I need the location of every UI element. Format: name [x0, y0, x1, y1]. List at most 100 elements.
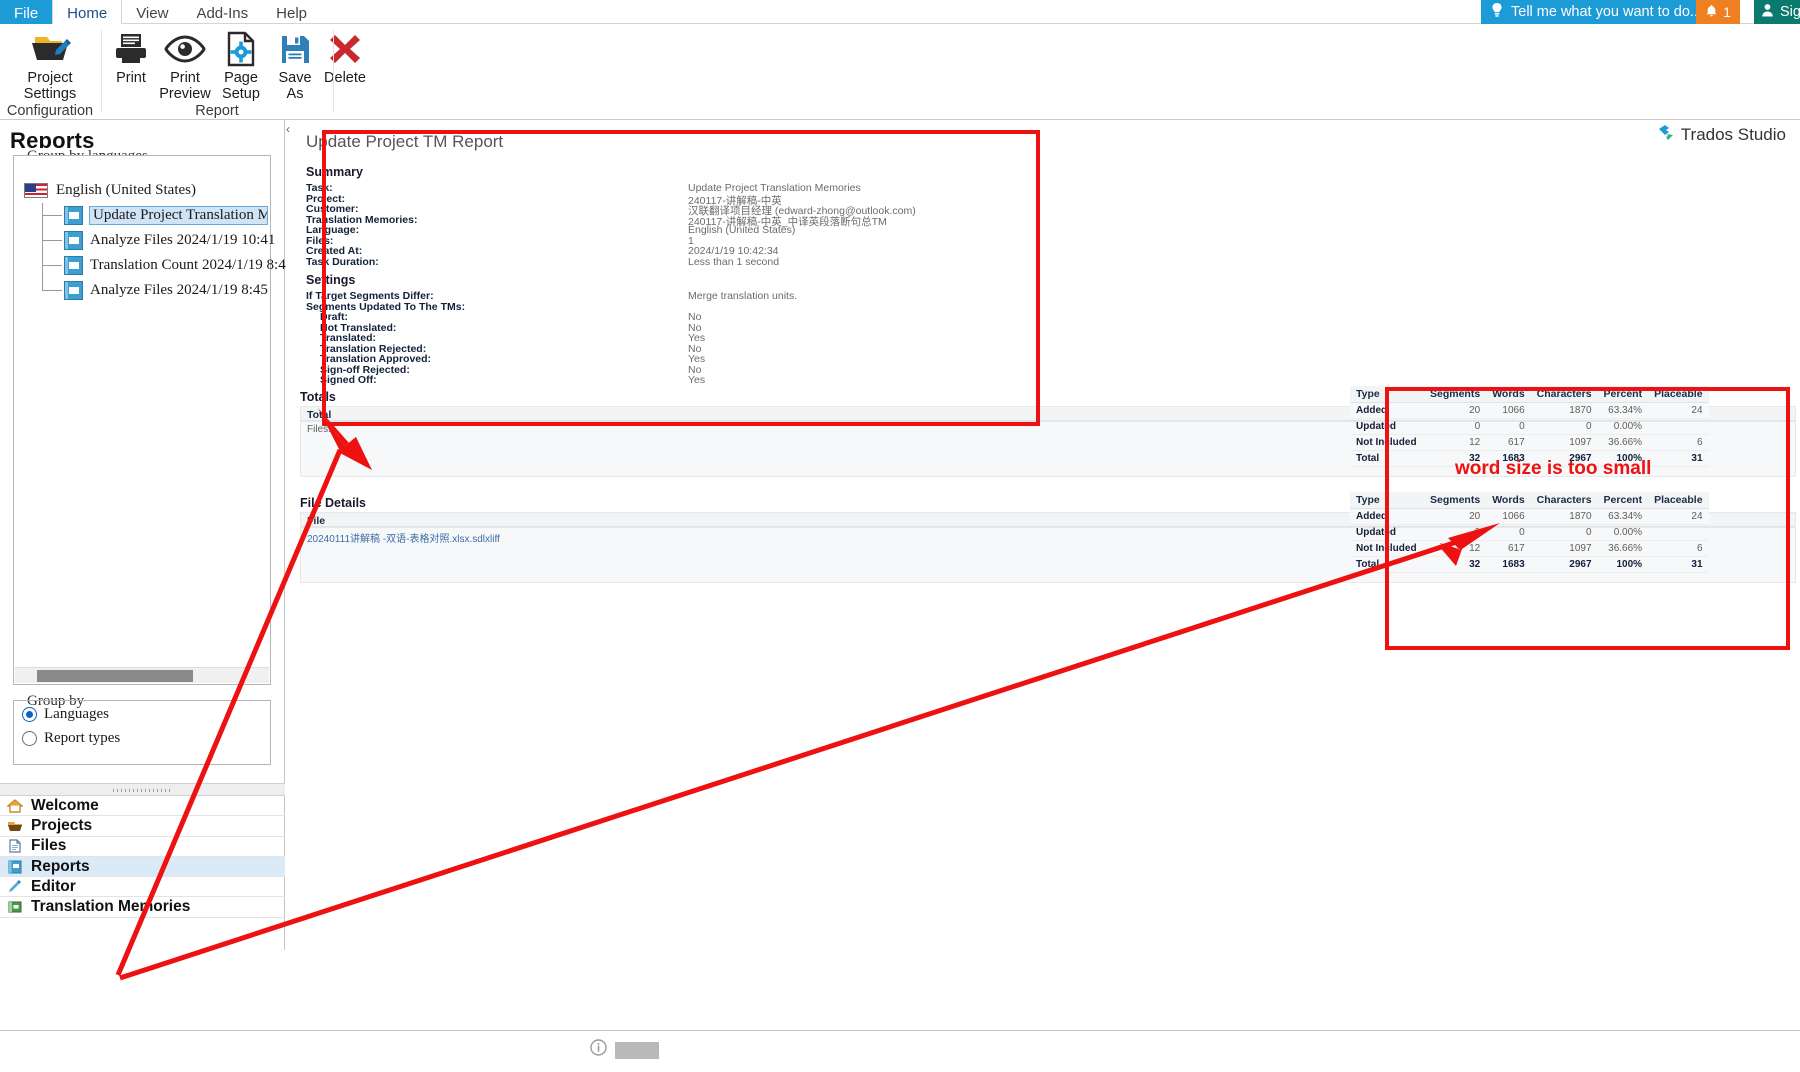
table-row: Added 20 1066 1870 63.34% 24	[1350, 508, 1709, 525]
table-row: Not Included 12 617 1097 36.66% 6	[1350, 540, 1709, 557]
page-setup-button[interactable]: Page Setup	[210, 28, 272, 102]
ribbon-group-report-label: Report	[195, 103, 239, 119]
sidebar-item-welcome[interactable]: Welcome	[0, 796, 285, 817]
sidebar-item-translation-memories[interactable]: Translation Memories	[0, 897, 285, 918]
tab-add-ins[interactable]: Add-Ins	[182, 0, 262, 24]
sidebar-item-files[interactable]: Files	[0, 837, 285, 857]
tree-node-language[interactable]: English (United States)	[24, 178, 268, 203]
save-as-label-line2: As	[286, 86, 304, 102]
delete-button[interactable]: Delete	[314, 28, 376, 86]
status-bar	[0, 1030, 1800, 1072]
print-preview-label-line1: Print	[170, 70, 200, 86]
print-preview-label-line2: Preview	[159, 86, 211, 102]
page-setup-label-line1: Page	[224, 70, 258, 86]
cell-placeable: 31	[1648, 556, 1709, 573]
ribbon-group-divider-2	[333, 30, 334, 112]
cell-segments: 0	[1424, 418, 1487, 435]
col-characters: Characters	[1530, 492, 1598, 509]
cell-percent: 0.00%	[1597, 418, 1649, 435]
translation-memories-icon	[6, 899, 24, 915]
cell-placeable: 6	[1648, 540, 1709, 557]
project-settings-button[interactable]: Project Settings	[2, 28, 98, 102]
annotation-note: word size is too small	[1455, 458, 1652, 479]
print-preview-button[interactable]: Print Preview	[154, 28, 216, 102]
file-band-header-label: File	[307, 515, 326, 527]
radio-report-types-label: Report types	[44, 729, 121, 746]
col-placeable: Placeable	[1648, 386, 1709, 403]
radio-report-types[interactable]: Report types	[14, 727, 270, 749]
tab-home[interactable]: Home	[52, 0, 123, 24]
sidebar-item-reports[interactable]: Reports	[0, 856, 285, 878]
cell-percent: 63.34%	[1597, 508, 1649, 525]
tab-file[interactable]: File	[0, 0, 53, 24]
tree-item-label: Analyze Files 2024/1/19 10:41	[90, 232, 276, 248]
tree-item-report-1[interactable]: Analyze Files 2024/1/19 10:41	[24, 228, 275, 253]
totals-band-header-label: Total	[307, 409, 332, 421]
col-segments: Segments	[1424, 386, 1487, 403]
file-name-link[interactable]: 20240111讲解稿 -双语-表格对照.xlsx.sdlxliff	[307, 530, 500, 545]
lightbulb-icon	[1490, 2, 1504, 22]
table-row: Updated 0 0 0 0.00%	[1350, 418, 1709, 435]
project-settings-icon	[23, 28, 77, 70]
reports-tree-list: English (United States) Update Project T…	[24, 178, 293, 303]
tab-view[interactable]: View	[122, 0, 182, 24]
files-icon	[6, 838, 24, 854]
tell-me-search[interactable]: Tell me what you want to do...	[1481, 0, 1713, 24]
col-segments: Segments	[1424, 492, 1487, 509]
cell-segments: 0	[1424, 524, 1487, 541]
cell-type: Total	[1350, 556, 1424, 573]
print-button[interactable]: Print	[100, 28, 162, 86]
file-details-heading: File Details	[300, 496, 366, 510]
settings-heading: Settings	[306, 273, 356, 287]
tree-item-report-3[interactable]: Analyze Files 2024/1/19 8:45	[24, 278, 268, 303]
col-words: Words	[1486, 492, 1531, 509]
scrollbar-thumb[interactable]	[37, 670, 193, 682]
page-setup-icon	[224, 28, 258, 70]
report-scroll-area[interactable]: Update Project TM Report Summary Task: U…	[292, 120, 1800, 900]
reports-tree[interactable]: English (United States) Update Project T…	[13, 155, 293, 685]
cell-characters: 1097	[1530, 434, 1598, 451]
cell-percent: 63.34%	[1597, 402, 1649, 419]
table-row-total: Total 32 1683 2967 100% 31	[1350, 556, 1709, 573]
report-heading: Update Project TM Report	[306, 132, 504, 151]
cell-words: 1066	[1486, 508, 1531, 525]
col-percent: Percent	[1597, 386, 1649, 403]
cell-segments: 32	[1424, 556, 1487, 573]
cell-characters: 1097	[1530, 540, 1598, 557]
tree-horizontal-scrollbar[interactable]	[15, 667, 269, 683]
cell-type: Not Included	[1350, 434, 1424, 451]
cell-segments: 12	[1424, 434, 1487, 451]
ribbon-body: Project Settings Configuration Print Pri…	[0, 24, 1800, 120]
cell-percent: 36.66%	[1597, 434, 1649, 451]
tree-item-report-2[interactable]: Translation Count 2024/1/19 8:45	[24, 253, 293, 278]
navigation-list: Welcome Projects Files Reports Editor Tr…	[0, 796, 285, 918]
tree-node-language-label: English (United States)	[56, 182, 196, 198]
cell-words: 617	[1486, 434, 1531, 451]
tree-item-label: Translation Count 2024/1/19 8:45	[90, 257, 294, 273]
ribbon-group-report: Print Print Preview Page Setup Save As D…	[100, 24, 366, 120]
ribbon-group-configuration-label: Configuration	[6, 103, 94, 119]
table-row: Updated 0 0 0 0.00%	[1350, 524, 1709, 541]
trados-studio-window: File Home View Add-Ins Help Tell me what…	[0, 0, 1800, 1072]
user-icon	[1761, 3, 1774, 21]
radio-button-icon[interactable]	[22, 706, 37, 722]
report-icon	[64, 256, 83, 275]
radio-languages[interactable]: Languages	[14, 703, 270, 725]
project-settings-label-line2: Settings	[23, 86, 77, 102]
totals-stats-table: Type Segments Words Characters Percent P…	[1350, 386, 1709, 467]
notifications-button[interactable]: 1	[1696, 0, 1740, 24]
radio-button-icon[interactable]	[22, 730, 37, 746]
cell-percent: 100%	[1597, 556, 1649, 573]
sign-in-button[interactable]: Sig	[1754, 0, 1800, 24]
floppy-disk-icon	[279, 28, 311, 70]
nav-splitter[interactable]	[0, 783, 285, 796]
sidebar-item-editor-label: Editor	[31, 877, 76, 895]
sidebar-item-projects[interactable]: Projects	[0, 816, 285, 837]
sidebar-item-reports-label: Reports	[31, 857, 90, 875]
cell-type: Total	[1350, 450, 1424, 467]
cell-placeable	[1648, 524, 1709, 541]
tree-item-report-0[interactable]: Update Project Translation Memor	[24, 203, 268, 228]
col-percent: Percent	[1597, 492, 1649, 509]
sidebar-item-editor[interactable]: Editor	[0, 877, 285, 898]
tab-help[interactable]: Help	[262, 0, 321, 24]
